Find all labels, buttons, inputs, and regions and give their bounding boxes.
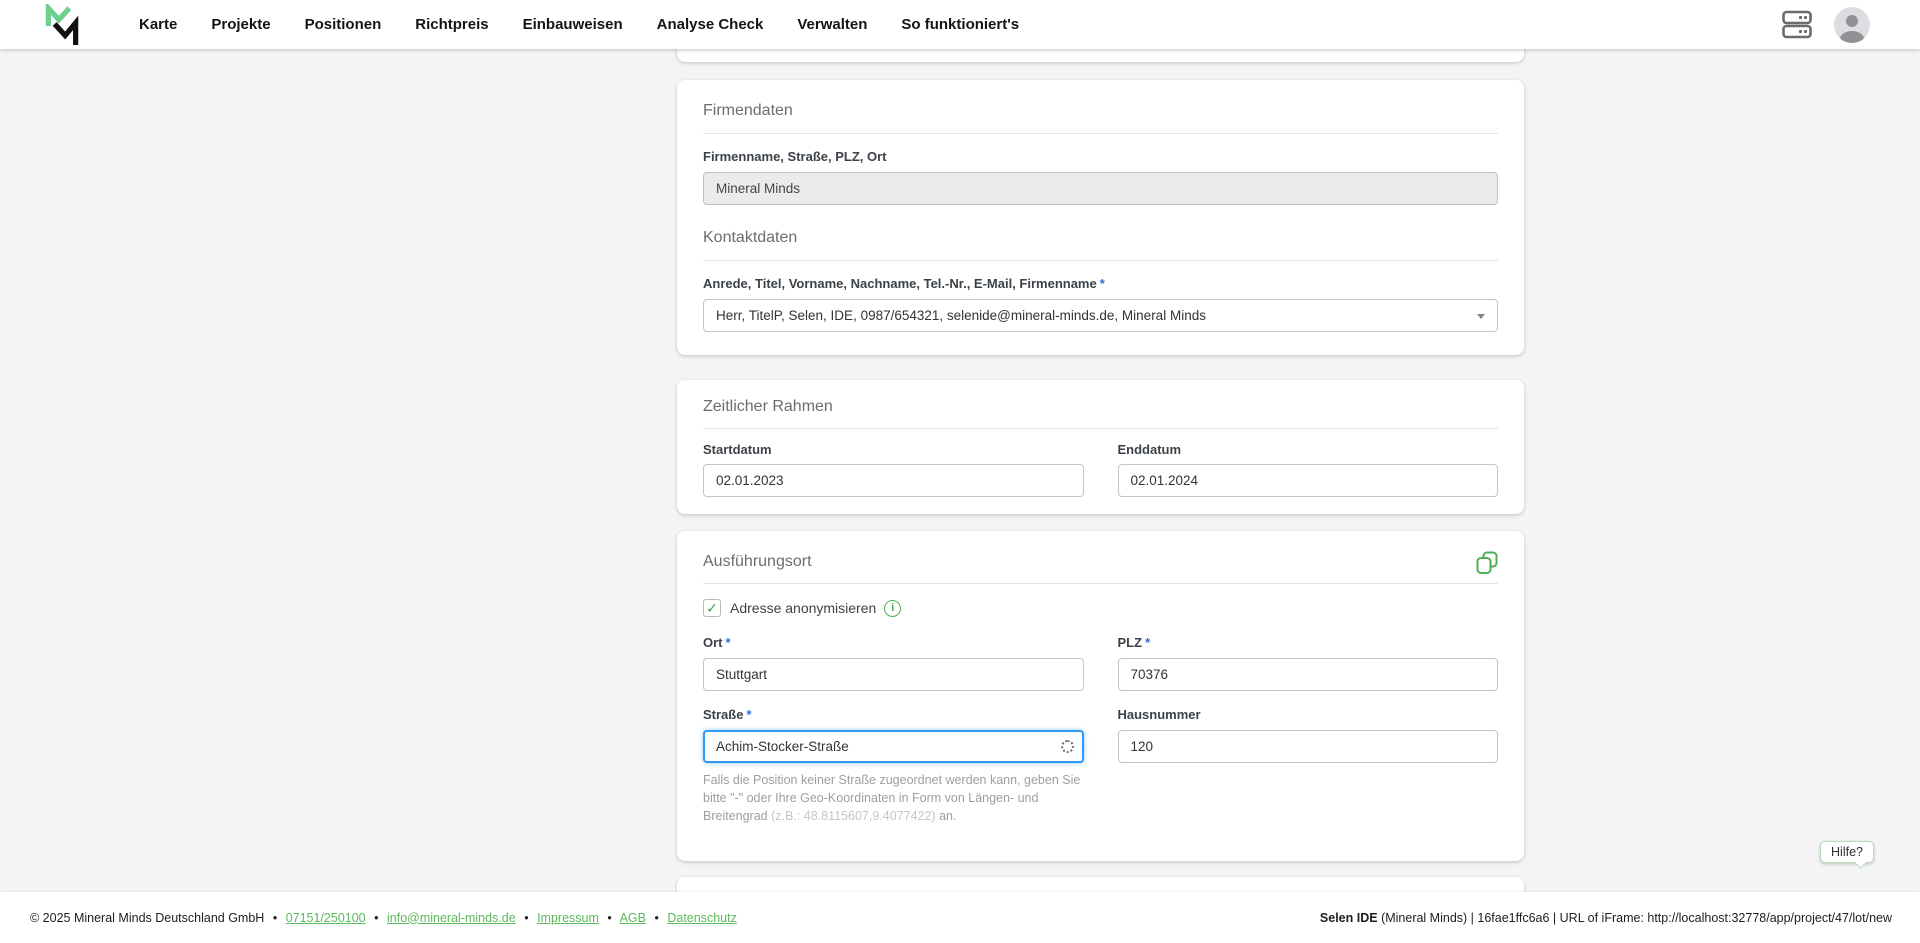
- plz-field: PLZ *: [1117, 635, 1499, 691]
- copy-icon[interactable]: [1476, 551, 1498, 575]
- divider: [703, 133, 1498, 134]
- server-icon[interactable]: [1782, 10, 1812, 39]
- separator: •: [272, 910, 278, 925]
- enddatum-input[interactable]: [1117, 464, 1498, 497]
- person-icon: [1840, 14, 1864, 43]
- firmenname-input[interactable]: [703, 172, 1498, 205]
- strasse-label-text: Straße: [703, 707, 744, 722]
- required-asterisk: *: [1099, 276, 1105, 291]
- separator: •: [524, 910, 529, 925]
- footer-debug-info: Selen IDE (Mineral Minds) | 16fae1ffc6a6…: [1320, 911, 1892, 925]
- kontakt-label-text: Anrede, Titel, Vorname, Nachname, Tel.-N…: [703, 276, 1097, 291]
- app-logo[interactable]: [43, 3, 81, 46]
- plz-input[interactable]: [1117, 658, 1498, 691]
- card-firmendaten: Firmendaten Firmenname, Straße, PLZ, Ort…: [677, 80, 1524, 355]
- required-asterisk: *: [1145, 635, 1151, 650]
- chevron-down-icon: [1477, 313, 1485, 319]
- plz-label-text: PLZ: [1117, 635, 1143, 650]
- footer-link-phone[interactable]: 07151/250100: [286, 911, 366, 925]
- zeitraum-title: Zeitlicher Rahmen: [703, 398, 833, 415]
- ort-label: Ort *: [703, 635, 1084, 650]
- card-zeitlicher-rahmen: Zeitlicher Rahmen Startdatum Enddatum: [677, 380, 1524, 514]
- mineral-minds-logo-icon: [45, 3, 79, 45]
- nav-item-karte[interactable]: Karte: [139, 16, 177, 33]
- firmenname-label: Firmenname, Straße, PLZ, Ort: [703, 149, 887, 164]
- anonymisieren-label: Adresse anonymisieren: [730, 600, 877, 616]
- ausfuehrungsort-title: Ausführungsort: [703, 553, 812, 570]
- anonymisieren-row: ✓ Adresse anonymisieren i: [703, 599, 1498, 617]
- ort-field: Ort *: [703, 635, 1084, 691]
- kontaktdaten-title: Kontaktdaten: [703, 229, 798, 246]
- footer-left: © 2025 Mineral Minds Deutschland GmbH • …: [30, 911, 737, 925]
- footer-link-email[interactable]: info@mineral-minds.de: [387, 911, 516, 925]
- nav-item-projekte[interactable]: Projekte: [211, 16, 270, 33]
- strasse-helper-text: Falls die Position keiner Straße zugeord…: [703, 771, 1083, 825]
- enddatum-label: Enddatum: [1117, 442, 1182, 457]
- ort-input[interactable]: [703, 658, 1084, 691]
- strasse-field: Straße* Falls die Position keiner Straße…: [703, 707, 1084, 825]
- separator: •: [374, 910, 379, 925]
- startdatum-label: Startdatum: [703, 442, 772, 457]
- hausnummer-input[interactable]: [1117, 730, 1498, 763]
- separator: •: [607, 910, 612, 925]
- kontakt-select-value: Herr, TitelP, Selen, IDE, 0987/654321, s…: [716, 308, 1206, 323]
- required-asterisk: *: [725, 635, 731, 650]
- nav-item-analyse-check[interactable]: Analyse Check: [657, 16, 764, 33]
- startdatum-field: Startdatum: [703, 442, 1084, 497]
- nav-item-richtpreis[interactable]: Richtpreis: [415, 16, 488, 33]
- debug-details: (Mineral Minds) | 16fae1ffc6a6 | URL of …: [1377, 910, 1892, 925]
- hausnummer-field: Hausnummer: [1117, 707, 1498, 825]
- info-icon[interactable]: i: [884, 599, 902, 617]
- footer: © 2025 Mineral Minds Deutschland GmbH • …: [0, 892, 1920, 943]
- page: Karte Projekte Positionen Richtpreis Ein…: [0, 0, 1920, 943]
- helper-example-text: (z.B.: 48.8115607,9.4077422): [771, 809, 936, 824]
- footer-link-impressum[interactable]: Impressum: [537, 911, 599, 925]
- required-asterisk: *: [746, 707, 752, 722]
- nav-item-verwalten[interactable]: Verwalten: [797, 16, 867, 33]
- nav-item-so-funktionierts[interactable]: So funktioniert's: [901, 16, 1019, 33]
- hausnummer-label: Hausnummer: [1117, 707, 1201, 722]
- strasse-input[interactable]: [703, 730, 1084, 763]
- anonymisieren-checkbox[interactable]: ✓: [703, 599, 721, 617]
- debug-ide-name: Selen IDE: [1319, 910, 1378, 925]
- startdatum-input[interactable]: [703, 464, 1084, 497]
- kontakt-label: Anrede, Titel, Vorname, Nachname, Tel.-N…: [703, 276, 1498, 291]
- navbar-right: [1782, 6, 1870, 43]
- enddatum-field: Enddatum: [1117, 442, 1498, 497]
- separator: •: [654, 910, 659, 925]
- divider: [703, 428, 1498, 429]
- divider: [703, 583, 1498, 584]
- firmendaten-title: Firmendaten: [703, 102, 793, 119]
- helper-suffix-text: an.: [935, 809, 957, 824]
- help-button[interactable]: Hilfe?: [1820, 841, 1874, 869]
- nav-item-einbauweisen[interactable]: Einbauweisen: [523, 16, 623, 33]
- kontakt-select[interactable]: Herr, TitelP, Selen, IDE, 0987/654321, s…: [703, 299, 1498, 332]
- strasse-label: Straße *: [703, 707, 1084, 722]
- navbar: Karte Projekte Positionen Richtpreis Ein…: [0, 0, 1920, 49]
- main-menu: Karte Projekte Positionen Richtpreis Ein…: [139, 16, 1019, 33]
- footer-link-datenschutz[interactable]: Datenschutz: [667, 911, 736, 925]
- loading-spinner-icon: [1060, 739, 1074, 753]
- copyright-text: © 2025 Mineral Minds Deutschland GmbH: [30, 910, 265, 925]
- user-avatar[interactable]: [1834, 6, 1870, 43]
- ort-label-text: Ort: [703, 635, 723, 650]
- card-ausfuehrungsort: Ausführungsort ✓ Adresse anonymisieren i…: [677, 531, 1524, 861]
- divider: [703, 260, 1498, 261]
- nav-item-positionen[interactable]: Positionen: [305, 16, 382, 33]
- footer-link-agb[interactable]: AGB: [620, 911, 646, 925]
- plz-label: PLZ *: [1118, 635, 1499, 650]
